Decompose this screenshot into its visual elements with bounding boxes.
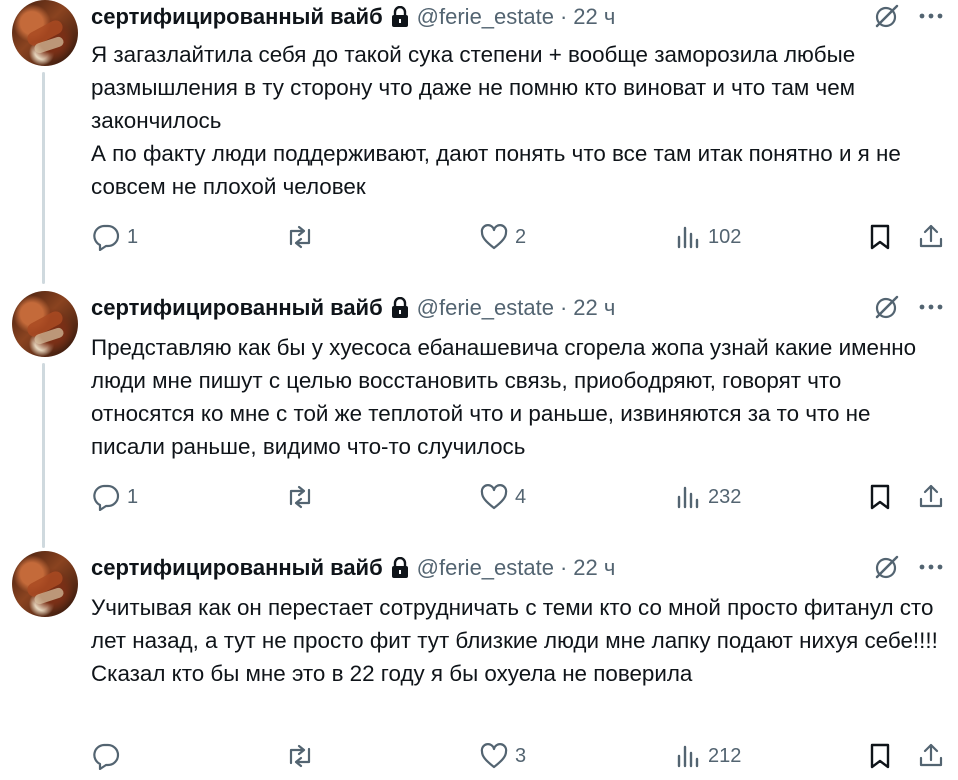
lock-icon [389, 556, 411, 580]
grok-icon[interactable] [872, 1, 902, 31]
retweet-icon [289, 744, 311, 768]
author-name[interactable]: сертифицированный вайб [91, 4, 383, 30]
views-icon [677, 745, 699, 768]
more-icon[interactable] [916, 552, 946, 582]
views-icon [677, 486, 699, 509]
thread-line [42, 363, 45, 548]
author-handle[interactable]: @ferie_estate [417, 295, 554, 321]
tweet-actions: 3 212 [91, 741, 951, 771]
share-icon[interactable] [917, 482, 945, 512]
author-handle[interactable]: @ferie_estate [417, 4, 554, 30]
views-count: 102 [708, 225, 742, 248]
reply-button[interactable]: 1 [91, 482, 138, 512]
views-count: 232 [708, 485, 742, 508]
retweet-button[interactable] [284, 222, 322, 252]
bookmark-icon[interactable] [868, 482, 892, 512]
separator: · [559, 4, 568, 29]
separator: · [559, 295, 568, 320]
views-button[interactable]: 102 [676, 222, 741, 252]
tweet-text: Я загазлайтила себя до такой сука степен… [91, 42, 901, 199]
reply-icon [93, 484, 120, 511]
views-icon [677, 226, 699, 249]
author-handle[interactable]: @ferie_estate [417, 555, 554, 581]
views-count: 212 [708, 744, 742, 767]
timestamp[interactable]: 22 ч [573, 295, 615, 321]
author-name[interactable]: сертифицированный вайб [91, 555, 383, 581]
tweet[interactable]: сертифицированный вайб @ferie_estate · 2… [0, 291, 958, 551]
avatar[interactable] [12, 551, 78, 617]
retweet-button[interactable] [284, 741, 322, 771]
thread-line [42, 72, 45, 284]
reply-icon [93, 224, 120, 251]
retweet-icon [289, 225, 311, 249]
bookmark-icon[interactable] [868, 222, 892, 252]
reply-count: 1 [127, 225, 139, 248]
bookmark-icon[interactable] [868, 741, 892, 771]
reply-button[interactable] [91, 741, 127, 771]
avatar[interactable] [12, 291, 78, 357]
separator: · [559, 555, 568, 580]
like-button[interactable]: 3 [479, 741, 526, 771]
views-button[interactable]: 232 [676, 482, 741, 512]
tweet-header: сертифицированный вайб @ferie_estate · 2… [91, 554, 615, 582]
like-button[interactable]: 2 [479, 222, 526, 252]
like-count: 2 [515, 225, 527, 248]
tweet-header: сертифицированный вайб @ferie_estate · 2… [91, 3, 615, 31]
tweet-actions: 1 2 102 [91, 222, 951, 252]
reply-button[interactable]: 1 [91, 222, 138, 252]
more-icon[interactable] [916, 1, 946, 31]
tweet[interactable]: сертифицированный вайб @ferie_estate · 2… [0, 0, 958, 284]
share-icon[interactable] [917, 741, 945, 771]
like-icon [480, 224, 508, 250]
lock-icon [389, 296, 411, 320]
tweet-actions: 1 4 232 [91, 482, 951, 512]
grok-icon[interactable] [872, 552, 902, 582]
like-count: 4 [515, 485, 527, 508]
views-button[interactable]: 212 [676, 741, 741, 771]
retweet-icon [289, 485, 311, 509]
tweet-text: Представляю как бы у хуесоса ебанашевича… [91, 335, 923, 459]
tweet[interactable]: сертифицированный вайб @ferie_estate · 2… [0, 551, 958, 780]
like-button[interactable]: 4 [479, 482, 526, 512]
author-name[interactable]: сертифицированный вайб [91, 295, 383, 321]
like-icon [480, 484, 508, 510]
lock-icon [389, 5, 411, 29]
reply-count: 1 [127, 485, 139, 508]
reply-icon [93, 743, 120, 770]
grok-icon[interactable] [872, 292, 902, 322]
like-count: 3 [515, 744, 527, 767]
share-icon[interactable] [917, 222, 945, 252]
retweet-button[interactable] [284, 482, 322, 512]
timestamp[interactable]: 22 ч [573, 555, 615, 581]
avatar[interactable] [12, 0, 78, 66]
timestamp[interactable]: 22 ч [573, 4, 615, 30]
tweet-header: сертифицированный вайб @ferie_estate · 2… [91, 294, 615, 322]
tweet-text: Учитывая как он перестает сотрудничать с… [91, 595, 945, 686]
more-icon[interactable] [916, 292, 946, 322]
like-icon [480, 743, 508, 769]
